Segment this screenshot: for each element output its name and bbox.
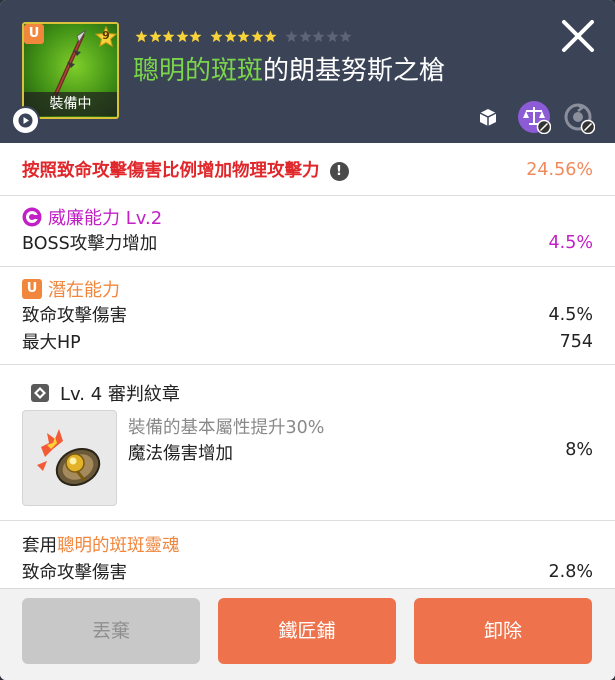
item-detail-panel: U 9 裝備中 聰明的斑斑的朗基努斯之槍 按照致命攻擊傷害比例增加物理攻擊力! … bbox=[0, 0, 615, 680]
star-filled-icon bbox=[251, 30, 264, 43]
set-effect-name: 聰明的斑斑靈魂 bbox=[57, 536, 180, 556]
star-empty-icon bbox=[339, 30, 352, 43]
potential-stat-row: 致命攻擊傷害 4.5% bbox=[22, 302, 593, 327]
star-filled-icon bbox=[224, 30, 237, 43]
set-effect-prefix: 套用 bbox=[22, 536, 57, 556]
soul-stat-row: BOSS攻擊力增加 4.5% bbox=[22, 230, 593, 255]
potential-u-icon: U bbox=[22, 279, 42, 299]
star-filled-icon bbox=[210, 30, 223, 43]
star-empty-icon bbox=[312, 30, 325, 43]
emblem-image[interactable] bbox=[22, 410, 117, 506]
star-force-badge: 9 bbox=[94, 25, 118, 48]
star-filled-icon bbox=[176, 30, 189, 43]
item-name-highlight: 聰明的斑斑 bbox=[133, 56, 264, 86]
potential-section-title: U 潛在能力 bbox=[22, 276, 120, 302]
divider bbox=[0, 266, 615, 267]
star-empty-icon bbox=[299, 30, 312, 43]
star-filled-icon bbox=[135, 30, 148, 43]
soul-stat-value: 4.5% bbox=[548, 232, 593, 253]
info-icon[interactable]: ! bbox=[329, 162, 349, 181]
emblem-title: Lv. 4 審判紋章 bbox=[60, 384, 180, 405]
scale-blocked-icon[interactable] bbox=[517, 100, 551, 134]
soul-title: 威廉能力 Lv.2 bbox=[48, 208, 163, 229]
play-icon bbox=[18, 113, 33, 128]
star-empty-icon bbox=[326, 30, 339, 43]
blacksmith-button[interactable]: 鐵匠鋪 bbox=[218, 598, 396, 664]
emblem-stat-label: 魔法傷害增加 bbox=[128, 444, 233, 464]
potential-title: 潛在能力 bbox=[48, 280, 120, 301]
divider bbox=[0, 195, 615, 196]
potential-stat-label: 致命攻擊傷害 bbox=[22, 306, 127, 326]
special-option-label-wrap: 按照致命攻擊傷害比例增加物理攻擊力! bbox=[22, 157, 349, 182]
trade-icon[interactable] bbox=[471, 100, 505, 134]
unequip-button[interactable]: 卸除 bbox=[414, 598, 592, 664]
star-empty-icon bbox=[285, 30, 298, 43]
emblem-diamond-icon bbox=[31, 384, 49, 402]
emblem-stat-value: 8% bbox=[565, 440, 593, 460]
item-name-rest: 的朗基努斯之槍 bbox=[263, 56, 446, 86]
special-option-value: 24.56% bbox=[526, 159, 593, 180]
set-effect-stat-value: 2.8% bbox=[548, 561, 593, 582]
soul-stat-label: BOSS攻擊力增加 bbox=[22, 234, 158, 254]
emblem-description: 裝備的基本屬性提升30% bbox=[128, 418, 325, 438]
special-option-row: 按照致命攻擊傷害比例增加物理攻擊力! 24.56% bbox=[22, 157, 593, 182]
emblem-stat-row: 魔法傷害增加 8% bbox=[128, 440, 593, 465]
soul-section-title: 威廉能力 Lv.2 bbox=[22, 204, 162, 230]
discard-button[interactable]: 丟棄 bbox=[22, 598, 200, 664]
potential-stat-value: 754 bbox=[559, 331, 593, 352]
star-filled-icon bbox=[149, 30, 162, 43]
set-effect-stat-label: 致命攻擊傷害 bbox=[22, 563, 127, 583]
preview-play-button[interactable] bbox=[11, 106, 40, 135]
star-filled-icon bbox=[162, 30, 175, 43]
rarity-badge: U bbox=[24, 24, 44, 44]
divider bbox=[0, 520, 615, 521]
star-filled-icon bbox=[237, 30, 250, 43]
transfer-blocked-icon[interactable] bbox=[561, 100, 595, 134]
emblem-section-title: Lv. 4 審判紋章 bbox=[30, 380, 180, 406]
judgment-emblem-icon bbox=[37, 429, 101, 486]
spear-icon bbox=[53, 30, 87, 97]
set-effect-title: 套用 聰明的斑斑靈魂 bbox=[22, 532, 593, 557]
star-group-gap bbox=[278, 30, 285, 44]
star-filled-icon bbox=[264, 30, 277, 43]
soul-c-icon bbox=[22, 207, 42, 227]
item-name: 聰明的斑斑的朗基努斯之槍 bbox=[133, 50, 445, 87]
potential-stat-row: 最大HP 754 bbox=[22, 329, 593, 354]
close-icon[interactable] bbox=[559, 17, 597, 55]
special-option-label: 按照致命攻擊傷害比例增加物理攻擊力 bbox=[22, 161, 320, 181]
star-group-gap bbox=[203, 30, 210, 44]
star-force-stars bbox=[135, 30, 353, 44]
star-force-count: 9 bbox=[102, 29, 110, 42]
divider bbox=[0, 364, 615, 365]
star-filled-icon bbox=[189, 30, 202, 43]
potential-stat-label: 最大HP bbox=[22, 333, 81, 353]
set-effect-stat-row: 致命攻擊傷害 2.8% bbox=[22, 559, 593, 584]
potential-stat-value: 4.5% bbox=[548, 304, 593, 325]
